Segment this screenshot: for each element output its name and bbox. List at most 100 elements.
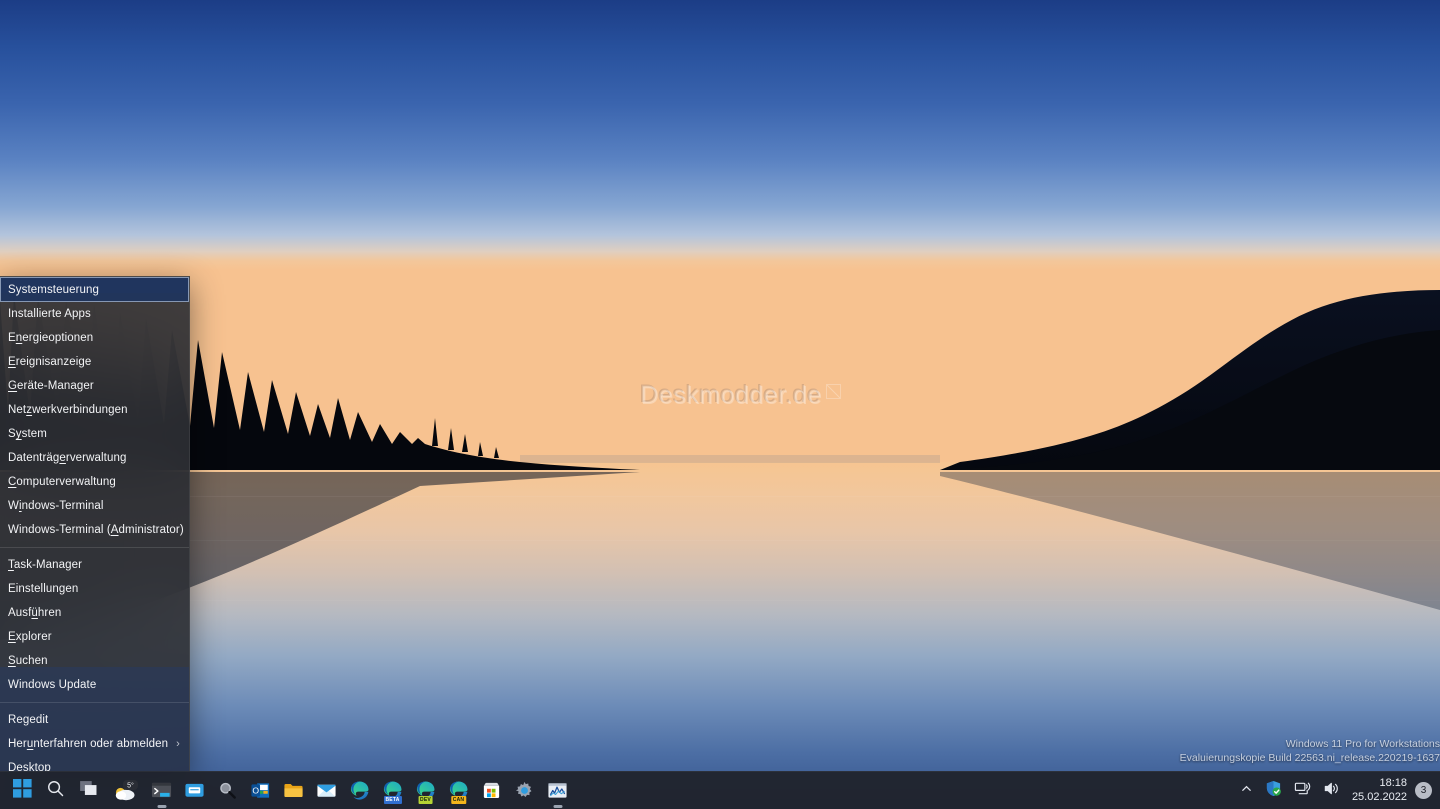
taskbar-app-microsoft-store[interactable] [475, 775, 508, 807]
winx-menu-item-herunterfahren-oder-abmelden[interactable]: Herunterfahren oder abmelden › [0, 732, 189, 756]
search-icon [46, 779, 65, 803]
winx-menu-item-label: Herunterfahren oder abmelden [8, 738, 169, 750]
winx-menu-item-windows-update[interactable]: Windows Update [0, 673, 189, 697]
gear-icon [514, 780, 535, 801]
chevron-up-icon [1240, 782, 1253, 800]
search-button[interactable] [39, 775, 72, 807]
winx-menu-item-label: Windows-Terminal [8, 500, 104, 512]
winx-menu-item-label: Suchen [8, 655, 48, 667]
winx-menu-item-windows-terminal[interactable]: Windows-Terminal [0, 494, 189, 518]
svg-text:O: O [252, 786, 259, 796]
chart-monitor-icon [547, 780, 568, 801]
folder-icon [283, 780, 304, 801]
winx-menu-item-ausf-hren[interactable]: Ausführen [0, 601, 189, 625]
winx-menu-item-energieoptionen[interactable]: Energieoptionen [0, 326, 189, 350]
winx-menu-item-desktop[interactable]: Desktop [0, 756, 189, 771]
taskbar-app-edge-canary[interactable]: CAN [442, 775, 475, 807]
winx-menu-item-netzwerkverbindungen[interactable]: Netzwerkverbindungen [0, 398, 189, 422]
tray-defender-icon[interactable] [1259, 775, 1288, 807]
tray-volume-icon[interactable] [1317, 775, 1346, 807]
taskbar-app-edge[interactable] [343, 775, 376, 807]
desktop[interactable]: Deskmodder.de Windows 11 Pro for Worksta… [0, 0, 1440, 809]
taskbar-app-settings[interactable] [508, 775, 541, 807]
outlook-icon: O [250, 780, 271, 801]
speaker-icon [1323, 780, 1340, 802]
taskbar-app-edge-beta[interactable]: BETA [376, 775, 409, 807]
edge-channel-tag: DEV [418, 795, 433, 804]
running-indicator [157, 804, 166, 808]
weather-cloud-icon: 5° [112, 779, 138, 802]
winx-menu-item-label: Ereignisanzeige [8, 356, 92, 368]
edge-icon [349, 780, 370, 801]
winx-menu-item-ger-te-manager[interactable]: Geräte-Manager [0, 374, 189, 398]
winx-menu-item-label: Einstellungen [8, 583, 79, 595]
winx-menu-item-label: System [8, 428, 47, 440]
wallpaper-image [0, 0, 1440, 809]
winx-quick-link-menu[interactable]: Systemsteuerung Installierte Apps Energieo… [0, 276, 190, 771]
notepad-window-icon [184, 780, 205, 801]
winx-menu-item-installierte-apps[interactable]: Installierte Apps [0, 302, 189, 326]
winx-menu-item-label: Netzwerkverbindungen [8, 404, 128, 416]
taskbar-app-outlook[interactable]: O [244, 775, 277, 807]
winx-menu-item-einstellungen[interactable]: Einstellungen [0, 577, 189, 601]
notification-badge[interactable]: 3 [1415, 782, 1432, 799]
edge-channel-tag: CAN [450, 795, 467, 804]
winx-menu-item-explorer[interactable]: Explorer [0, 625, 189, 649]
winx-menu-item-label: Energieoptionen [8, 332, 94, 344]
winx-menu-item-label: Task-Manager [8, 559, 83, 571]
winx-menu-item-label: Computerverwaltung [8, 476, 116, 488]
taskbar-app-notepad[interactable] [178, 775, 211, 807]
store-bag-icon [481, 780, 502, 801]
taskbar-system-tray: 18:18 25.02.2022 3 [1234, 772, 1440, 809]
task-view-button[interactable] [72, 775, 105, 807]
weather-widget[interactable]: 5° [105, 775, 145, 807]
winx-menu-item-label: Desktop [8, 762, 51, 771]
winx-menu-item-label: Regedit [8, 714, 49, 726]
taskbar-left-group: 5° [0, 772, 145, 809]
taskbar-pinned-apps: O BETA DEV CAN [145, 772, 574, 809]
winx-menu-item-label: Windows Update [8, 679, 97, 691]
winx-menu-item-regedit[interactable]: Regedit [0, 708, 189, 732]
edge-channel-tag: BETA [383, 795, 402, 804]
chevron-right-icon: › [176, 738, 180, 750]
winx-menu-item-suchen[interactable]: Suchen [0, 649, 189, 673]
winx-menu-item-systemsteuerung[interactable]: Systemsteuerung [0, 277, 189, 302]
clock-time: 18:18 [1379, 776, 1407, 789]
magnifier-dark-icon [217, 780, 238, 801]
winx-menu-item-datentr-gerverwaltung[interactable]: Datenträgerverwaltung [0, 446, 189, 470]
tray-overflow-button[interactable] [1234, 775, 1259, 807]
winx-menu-item-system[interactable]: System [0, 422, 189, 446]
mail-envelope-icon [316, 780, 337, 801]
winx-menu-item-label: Installierte Apps [8, 308, 91, 320]
taskbar-app-file-explorer[interactable] [277, 775, 310, 807]
network-icon [1294, 780, 1311, 802]
winx-menu-item-computerverwaltung[interactable]: Computerverwaltung [0, 470, 189, 494]
winx-menu-list: Systemsteuerung Installierte Apps Energieo… [0, 277, 189, 771]
taskbar-clock[interactable]: 18:18 25.02.2022 [1346, 775, 1415, 807]
taskbar-app-windows-terminal[interactable] [145, 775, 178, 808]
winx-menu-item-label: Ausführen [8, 607, 62, 619]
taskbar-app-edge-dev[interactable]: DEV [409, 775, 442, 807]
windows-logo-icon [13, 778, 32, 803]
winx-menu-item-label: Explorer [8, 631, 52, 643]
winx-menu-item-label: Windows-Terminal (Administrator) [8, 524, 184, 536]
shield-check-icon [1265, 780, 1282, 802]
winx-menu-separator [0, 547, 189, 548]
winx-menu-item-label: Datenträgerverwaltung [8, 452, 127, 464]
taskbar[interactable]: 5° O BETA DEV CAN 18:18 25.02.2022 3 [0, 771, 1440, 809]
running-indicator [553, 804, 562, 808]
winx-menu-separator [0, 702, 189, 703]
winx-menu-item-ereignisanzeige[interactable]: Ereignisanzeige [0, 350, 189, 374]
winx-menu-item-label: Systemsteuerung [8, 283, 99, 296]
tray-network-icon[interactable] [1288, 775, 1317, 807]
taskbar-app-search-everything[interactable] [211, 775, 244, 807]
taskbar-app-mail[interactable] [310, 775, 343, 807]
winx-menu-item-windows-terminal-administrator[interactable]: Windows-Terminal (Administrator) [0, 518, 189, 542]
start-button[interactable] [6, 775, 39, 807]
terminal-icon [151, 780, 172, 801]
clock-date: 25.02.2022 [1351, 790, 1407, 803]
winx-menu-item-label: Geräte-Manager [8, 380, 94, 392]
taskbar-app-performance-monitor[interactable] [541, 775, 574, 808]
winx-menu-item-task-manager[interactable]: Task-Manager [0, 553, 189, 577]
task-view-icon [79, 779, 98, 803]
